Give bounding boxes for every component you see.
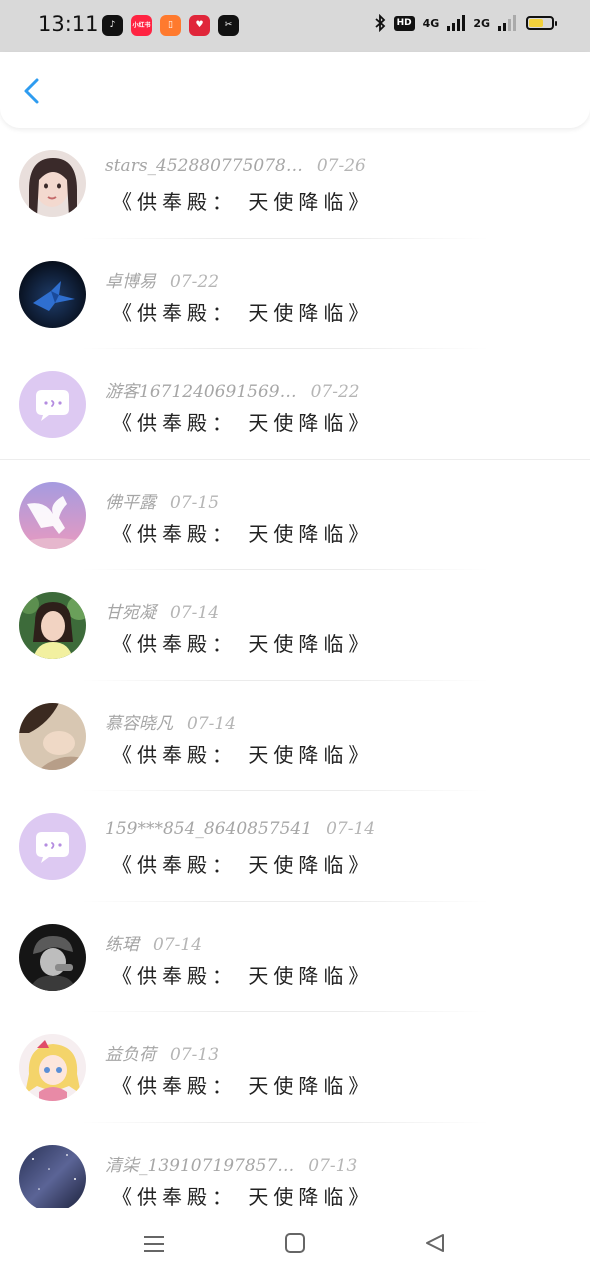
message-meta: 卓博易 07-22 <box>105 267 219 292</box>
message-date: 07-13 <box>308 1155 358 1176</box>
message-meta: 甘宛凝 07-14 <box>105 598 219 623</box>
bluetooth-icon <box>375 14 385 32</box>
status-app-icons: ♪ 小红书 ▯ ♥ ✂ <box>102 15 239 36</box>
message-date: 07-14 <box>170 603 220 623</box>
system-nav-bar <box>0 1208 590 1280</box>
avatar[interactable] <box>19 592 86 659</box>
book-app-icon: ▯ <box>160 15 181 36</box>
message-date: 07-26 <box>316 156 366 176</box>
capcut-icon: ✂ <box>218 15 239 36</box>
message-list: stars_452880775078… 07-26 《供奉殿： 天使降临》 卓博易… <box>0 128 590 1233</box>
hd-badge: HD <box>393 15 415 31</box>
menu-icon[interactable] <box>142 1232 166 1256</box>
status-bar: 13:11 ♪ 小红书 ▯ ♥ ✂ HD 4G 2G <box>0 0 590 52</box>
message-date: 07-22 <box>310 382 360 402</box>
status-indicators: HD 4G 2G <box>374 14 557 32</box>
message-item[interactable]: 练珺 07-14 《供奉殿： 天使降临》 <box>0 902 590 1012</box>
tiktok-icon: ♪ <box>102 15 123 36</box>
message-meta: 游客1671240691569… 07-22 <box>105 377 360 402</box>
status-time: 13:11 <box>38 12 99 36</box>
heart-app-icon: ♥ <box>189 15 210 36</box>
message-meta: 佛平露 07-15 <box>105 488 219 513</box>
message-text: 《供奉殿： 天使降临》 <box>112 190 374 214</box>
avatar[interactable] <box>19 923 86 991</box>
sender-name: 益负荷 <box>105 1045 156 1065</box>
avatar[interactable] <box>19 481 86 549</box>
sender-name: 159***854_8640857541 <box>105 819 313 839</box>
signal-icon-2 <box>498 15 516 31</box>
message-text: 《供奉殿： 天使降临》 <box>112 521 374 546</box>
back-triangle-icon[interactable] <box>424 1232 446 1254</box>
network-4g-label: 4G <box>422 16 440 30</box>
sender-name: 慕容晓凡 <box>105 713 173 734</box>
sender-name: 佛平露 <box>105 492 156 513</box>
message-item[interactable]: stars_452880775078… 07-26 《供奉殿： 天使降临》 <box>0 128 590 239</box>
message-date: 07-13 <box>170 1045 220 1065</box>
avatar[interactable] <box>19 260 86 328</box>
message-text: 《供奉殿： 天使降临》 <box>112 1184 374 1209</box>
message-meta: 益负荷 07-13 <box>105 1040 219 1065</box>
message-text: 《供奉殿： 天使降临》 <box>112 300 374 325</box>
chevron-left-icon <box>24 78 39 104</box>
battery-icon <box>526 16 557 30</box>
message-meta: 清柒_139107197857… 07-13 <box>105 1151 357 1176</box>
message-date: 07-14 <box>187 713 237 734</box>
sender-name: stars_452880775078… <box>105 156 303 176</box>
avatar[interactable] <box>19 1034 86 1101</box>
avatar[interactable] <box>19 371 86 438</box>
message-meta: stars_452880775078… 07-26 <box>105 156 366 176</box>
message-date: 07-14 <box>326 819 376 839</box>
message-date: 07-22 <box>170 271 220 292</box>
sender-name: 游客1671240691569… <box>105 382 297 402</box>
message-date: 07-14 <box>153 934 203 955</box>
message-text: 《供奉殿： 天使降临》 <box>112 1074 374 1098</box>
message-text: 《供奉殿： 天使降临》 <box>112 742 374 767</box>
back-button[interactable] <box>14 72 50 108</box>
avatar[interactable] <box>19 702 86 770</box>
network-2g-label: 2G <box>473 16 490 30</box>
message-text: 《供奉殿： 天使降临》 <box>112 632 374 656</box>
message-meta: 慕容晓凡 07-14 <box>105 709 236 734</box>
avatar[interactable] <box>19 150 86 217</box>
sender-name: 清柒_139107197857… <box>105 1155 295 1176</box>
avatar[interactable] <box>19 1144 86 1212</box>
message-item[interactable]: 慕容晓凡 07-14 《供奉殿： 天使降临》 <box>0 681 590 791</box>
message-item[interactable]: 卓博易 07-22 《供奉殿： 天使降临》 <box>0 239 590 349</box>
app-icon: 小红书 <box>131 15 152 36</box>
message-item[interactable]: 游客1671240691569… 07-22 《供奉殿： 天使降临》 <box>0 349 590 460</box>
message-item[interactable]: 佛平露 07-15 《供奉殿： 天使降临》 <box>0 460 590 570</box>
header <box>0 52 590 128</box>
message-item[interactable]: 159***854_8640857541 07-14 《供奉殿： 天使降临》 <box>0 791 590 902</box>
sender-name: 甘宛凝 <box>105 603 156 623</box>
message-date: 07-15 <box>170 492 220 513</box>
sender-name: 卓博易 <box>105 271 156 292</box>
message-text: 《供奉殿： 天使降临》 <box>112 963 374 988</box>
signal-icon <box>447 15 466 31</box>
message-item[interactable]: 甘宛凝 07-14 《供奉殿： 天使降临》 <box>0 570 590 681</box>
avatar[interactable] <box>19 813 86 880</box>
sender-name: 练珺 <box>105 934 139 955</box>
message-item[interactable]: 益负荷 07-13 《供奉殿： 天使降临》 <box>0 1012 590 1123</box>
message-text: 《供奉殿： 天使降临》 <box>112 411 374 435</box>
message-meta: 练珺 07-14 <box>105 930 202 955</box>
home-square-icon[interactable] <box>284 1232 306 1254</box>
message-meta: 159***854_8640857541 07-14 <box>105 819 375 839</box>
message-text: 《供奉殿： 天使降临》 <box>112 853 374 877</box>
